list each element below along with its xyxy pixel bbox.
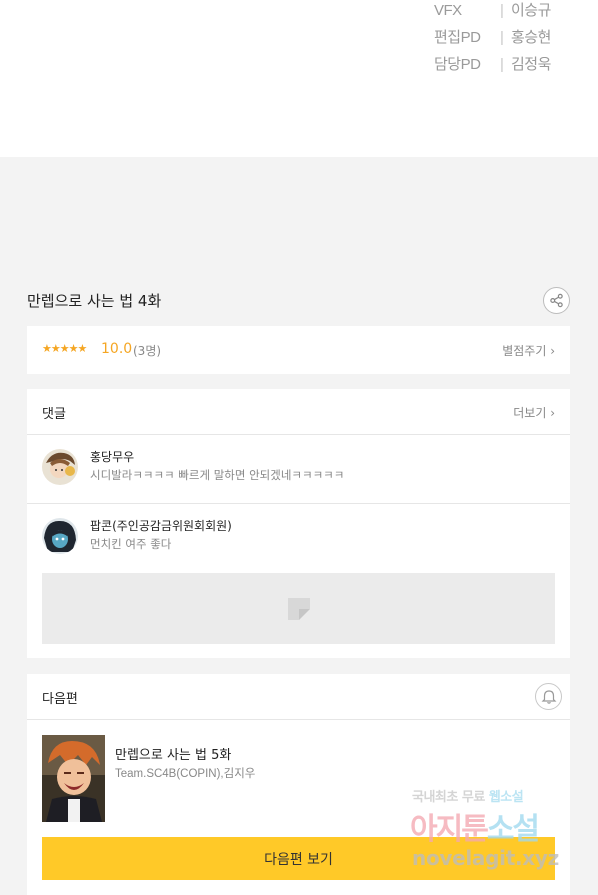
credit-row: 담당PD | 김정욱 [434,53,551,74]
credit-row: VFX | 이승규 [434,0,551,20]
comments-more-link[interactable]: 더보기 › [513,404,555,421]
credit-name: 이승규 [511,2,551,19]
next-episode-header: 다음편 [27,674,570,720]
comment-item[interactable]: 팝콘(주인공감금위원회회원) 먼치킨 여주 좋다 [27,504,570,573]
episode-title: 만렙으로 사는 법 4화 [27,292,162,310]
watermark-tagline: 국내최초 무료 웹소설 [412,786,524,805]
credit-separator: | [500,56,504,73]
comment-author: 홍당무우 [90,450,135,464]
watermark-logo-highlight: 소설 [486,812,540,847]
next-episode-title[interactable]: 만렙으로 사는 법 5화 [115,744,231,763]
next-episode-author: Team.SC4B(COPIN),김지우 [115,768,256,780]
watermark-tagline-highlight: 웹소설 [488,790,524,805]
share-button[interactable] [543,287,570,314]
ad-placeholder[interactable] [42,573,555,644]
watermark-tagline-text: 국내최초 무료 [412,790,489,805]
watermark-logo: 아지툰소설 [410,804,540,848]
credit-name: 김정욱 [511,56,551,73]
avatar [42,518,78,554]
credit-separator: | [500,2,504,19]
comment-text: 시디발라ㅋㅋㅋㅋ 빠르게 말하면 안되겠네ㅋㅋㅋㅋㅋ [90,468,345,482]
avatar [42,449,78,485]
credit-row: 편집PD | 홍승현 [434,26,551,47]
watermark-logo-text: 아지툰 [410,812,489,847]
site-watermark: 국내최초 무료 웹소설 아지툰소설 novelagit.xyz [410,786,580,876]
share-icon [550,293,563,308]
bell-icon [541,689,556,704]
watermark-url: novelagit.xyz [412,846,559,870]
comment-text: 먼치킨 여주 좋다 [90,537,172,551]
rating-score: 10.0 [101,341,133,357]
comment-author: 팝콘(주인공감금위원회회원) [90,519,232,533]
rating-card: ★★★★★ 10.0 (3명) 별점주기 › [27,326,570,374]
rating-count: (3명) [133,344,162,358]
credit-role: 편집PD [434,29,481,46]
comments-title: 댓글 [42,407,66,422]
credit-role: VFX [434,2,462,19]
comments-card: 댓글 더보기 › 홍당무우 시디발라ㅋㅋㅋㅋ 빠르게 말하면 안되겠네ㅋㅋㅋㅋㅋ [27,389,570,658]
credits-section: VFX | 이승규 편집PD | 홍승현 담당PD | 김정욱 [0,0,598,157]
ad-placeholder-icon [288,598,310,620]
credit-name: 홍승현 [511,29,551,46]
comment-item[interactable]: 홍당무우 시디발라ㅋㅋㅋㅋ 빠르게 말하면 안되겠네ㅋㅋㅋㅋㅋ [27,435,570,504]
next-episode-heading: 다음편 [42,692,78,707]
credit-separator: | [500,29,504,46]
rate-button[interactable]: 별점주기 › [502,342,555,359]
star-rating-icons: ★★★★★ [42,342,87,355]
comments-header: 댓글 더보기 › [27,389,570,435]
next-episode-thumbnail[interactable] [42,735,105,822]
notify-button[interactable] [535,683,562,710]
credit-role: 담당PD [434,56,481,73]
